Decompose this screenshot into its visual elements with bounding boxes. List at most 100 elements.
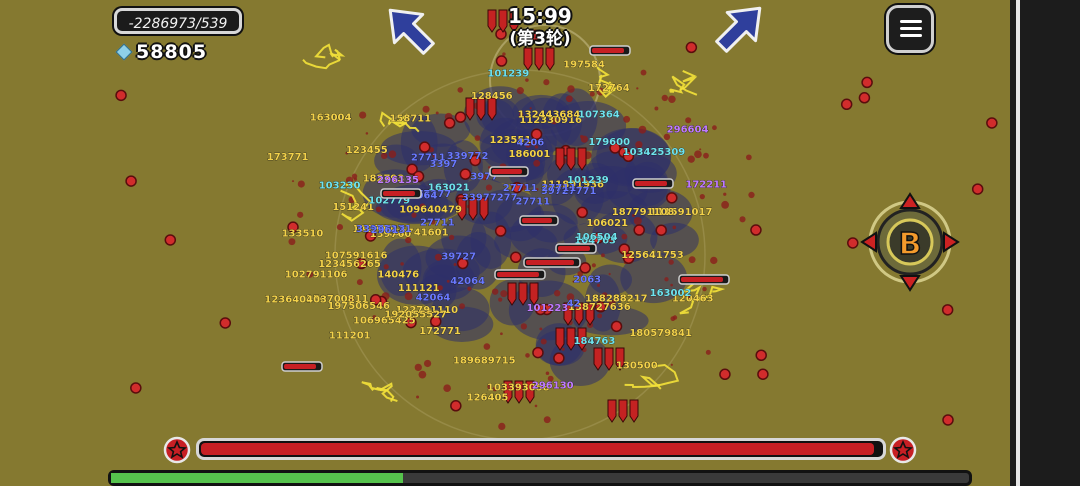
blood-drop xyxy=(640,69,647,76)
blood-drop xyxy=(498,297,503,302)
damage-number: 197506546 xyxy=(327,301,390,312)
damage-number: 128456 xyxy=(471,91,513,102)
blood-drop xyxy=(699,194,705,200)
menu-button[interactable] xyxy=(886,5,934,53)
blood-drop xyxy=(543,79,550,86)
damage-number: 172764 xyxy=(588,83,630,94)
red-missile xyxy=(593,347,603,371)
damage-number: 111201 xyxy=(329,331,371,342)
red-missile xyxy=(555,147,565,171)
blood-drop xyxy=(567,85,575,93)
blood-drop xyxy=(485,184,493,191)
damage-number: 172211 xyxy=(685,179,727,190)
red-orb xyxy=(443,117,456,129)
boss-health-fill xyxy=(201,443,875,455)
damage-number: 188288217 xyxy=(585,294,648,305)
skill-button-letter: B xyxy=(899,227,922,262)
blood-drop xyxy=(601,253,605,258)
experience-bar xyxy=(108,470,972,486)
blood-drop xyxy=(672,225,677,230)
blood-drop xyxy=(694,150,702,159)
damage-number: 197584 xyxy=(563,60,605,71)
red-orb xyxy=(532,346,544,359)
red-orb xyxy=(655,224,667,236)
blood-drop xyxy=(483,343,491,350)
blood-drop xyxy=(502,52,506,56)
damage-number: 42 xyxy=(567,298,581,309)
enemy-health-fill xyxy=(526,260,574,265)
blood-drop xyxy=(291,180,295,183)
red-orb xyxy=(579,262,591,274)
damage-number: 140476 xyxy=(377,270,419,281)
damage-number: 107364 xyxy=(578,110,620,121)
blood-drop xyxy=(710,256,718,265)
skill-button[interactable]: B xyxy=(860,192,960,292)
red-orb xyxy=(685,41,698,54)
damage-number: 172771 xyxy=(419,326,461,337)
round-label: (第3轮) xyxy=(509,29,571,49)
damage-number: 184763 xyxy=(574,336,616,347)
blood-drop xyxy=(491,288,499,295)
damage-number: 103230 xyxy=(319,181,361,192)
red-orb xyxy=(164,234,177,246)
red-orb xyxy=(858,92,871,104)
experience-fill xyxy=(111,473,403,483)
blood-drop xyxy=(446,279,450,283)
damage-number: 27711 xyxy=(515,196,550,207)
red-orb xyxy=(459,168,472,180)
damage-number: 102791106 xyxy=(285,269,348,280)
hamburger-menu-icon xyxy=(900,18,922,40)
blood-drop xyxy=(423,359,432,368)
blood-drop xyxy=(534,404,538,408)
blood-drop xyxy=(457,87,464,93)
red-missile xyxy=(518,282,528,306)
red-orb xyxy=(495,55,508,67)
boss-health xyxy=(163,434,921,466)
damage-number: 133510 xyxy=(282,229,324,240)
damage-number: 4206 xyxy=(516,137,544,148)
red-orb xyxy=(115,89,127,102)
red-orb xyxy=(847,237,859,249)
blood-drop xyxy=(664,277,669,282)
gem-count: 58805 xyxy=(136,41,208,63)
damage-number: 132443684 xyxy=(518,109,581,120)
red-orb xyxy=(219,317,232,329)
damage-number: 33977277 xyxy=(462,193,518,204)
damage-number: 163002 xyxy=(650,288,692,299)
red-orb xyxy=(971,183,984,195)
damage-number: 42064 xyxy=(450,276,485,287)
red-orb xyxy=(861,76,873,89)
damage-number: 296135 xyxy=(377,175,419,186)
enemy-health-fill xyxy=(284,364,316,369)
damage-number: 101223 xyxy=(526,303,568,314)
red-orb xyxy=(125,175,137,187)
blood-drop xyxy=(416,395,420,399)
blood-drop xyxy=(443,384,451,393)
enemy-health-fill xyxy=(681,277,723,282)
blood-drop xyxy=(533,159,541,167)
blood-drop xyxy=(435,111,439,115)
blood-drop xyxy=(723,192,727,196)
game-arena[interactable]: 1069654251123309161115910171234562651227… xyxy=(0,0,1080,486)
blood-drop xyxy=(365,132,369,135)
blood-drop xyxy=(748,191,755,199)
blood-drop xyxy=(400,262,404,266)
enemy-health-fill xyxy=(492,169,522,174)
damage-number: 187791108 xyxy=(612,207,675,218)
blood-drop xyxy=(638,125,647,134)
damage-number: 106021 xyxy=(586,218,628,229)
blood-drop xyxy=(702,286,707,292)
damage-number: 163004 xyxy=(310,113,352,124)
damage-number: 27711 xyxy=(541,183,576,194)
blood-drop xyxy=(520,323,528,330)
red-missile xyxy=(607,399,617,423)
blood-drop xyxy=(608,272,611,276)
red-orb xyxy=(553,352,565,364)
red-orb xyxy=(941,304,954,316)
blood-drop xyxy=(712,125,717,131)
damage-number: 39727 xyxy=(441,252,476,263)
red-orb xyxy=(666,192,678,204)
damage-number: 126405 xyxy=(467,393,509,404)
red-missile xyxy=(604,347,614,371)
damage-number: 107591616 xyxy=(325,251,388,262)
